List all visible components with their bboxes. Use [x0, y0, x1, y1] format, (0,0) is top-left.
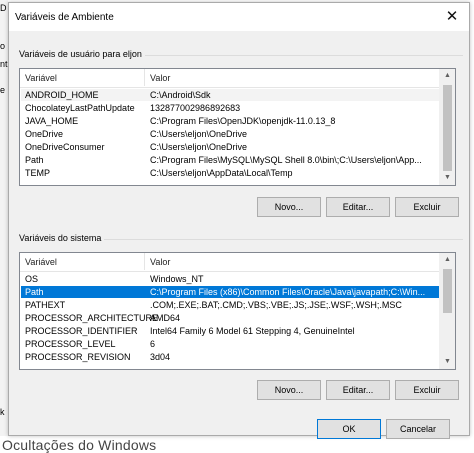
table-row[interactable]: OS Windows_NT: [21, 273, 440, 285]
variable-value: 3d04: [150, 352, 171, 362]
table-row-selected[interactable]: Path C:\Program Files (x86)\Common Files…: [21, 286, 440, 298]
table-row[interactable]: PROCESSOR_IDENTIFIER Intel64 Family 6 Mo…: [21, 325, 440, 337]
scroll-down-icon[interactable]: ▼: [440, 355, 455, 369]
variable-name: OS: [25, 274, 39, 284]
background-fragment: o: [0, 41, 6, 51]
variable-name: PROCESSOR_IDENTIFIER: [25, 326, 138, 336]
column-divider[interactable]: [144, 253, 145, 270]
table-row[interactable]: ANDROID_HOME C:\Android\Sdk: [21, 89, 440, 101]
variable-value: 132877002986892683: [150, 103, 241, 113]
scroll-thumb[interactable]: [443, 269, 452, 313]
background-fragment: nt: [0, 59, 8, 69]
variable-name: OneDrive: [25, 129, 64, 139]
variable-value: 6: [150, 339, 156, 349]
user-variables-label: Variáveis de usuário para eljon: [19, 49, 145, 59]
column-header-value[interactable]: Valor: [150, 73, 170, 83]
variable-value: Windows_NT: [150, 274, 204, 284]
variable-name: ChocolateyLastPathUpdate: [25, 103, 135, 113]
user-delete-button[interactable]: Excluir: [395, 197, 459, 217]
background-fragment: D: [0, 3, 7, 13]
list-header: Variável Valor: [20, 253, 455, 272]
column-header-value[interactable]: Valor: [150, 257, 170, 267]
variable-value: C:\Users\eljon\OneDrive: [150, 129, 248, 139]
system-list-scrollbar[interactable]: ▲ ▼: [439, 253, 455, 369]
table-row[interactable]: OneDrive C:\Users\eljon\OneDrive: [21, 128, 440, 140]
title-bar[interactable]: Variáveis de Ambiente ✕: [9, 3, 469, 31]
table-row[interactable]: PATHEXT .COM;.EXE;.BAT;.CMD;.VBS;.VBE;.J…: [21, 299, 440, 311]
variable-name: PATHEXT: [25, 300, 66, 310]
column-divider[interactable]: [144, 69, 145, 86]
system-variables-list[interactable]: Variável Valor OS Windows_NT Path C:\Pro…: [19, 252, 456, 370]
close-icon[interactable]: ✕: [437, 5, 467, 29]
variable-name: ANDROID_HOME: [25, 90, 99, 100]
system-edit-button[interactable]: Editar...: [326, 380, 390, 400]
scroll-down-icon[interactable]: ▼: [440, 171, 455, 185]
cancel-button[interactable]: Cancelar: [386, 419, 450, 439]
variable-value: C:\Android\Sdk: [150, 90, 211, 100]
user-variables-list[interactable]: Variável Valor ANDROID_HOME C:\Android\S…: [19, 68, 456, 186]
table-row[interactable]: PROCESSOR_LEVEL 6: [21, 338, 440, 350]
variable-value: AMD64: [150, 313, 181, 323]
table-row[interactable]: PROCESSOR_REVISION 3d04: [21, 351, 440, 363]
dialog-title: Variáveis de Ambiente: [15, 12, 114, 23]
system-variables-group: Variáveis do sistema Variável Valor OS W…: [19, 233, 463, 407]
ok-button[interactable]: OK: [317, 419, 381, 439]
background-fragment: k: [0, 407, 5, 417]
system-variables-label: Variáveis do sistema: [19, 233, 105, 243]
variable-value: C:\Users\eljon\AppData\Local\Temp: [150, 168, 293, 178]
environment-variables-dialog: Variáveis de Ambiente ✕ Variáveis de usu…: [8, 2, 470, 439]
user-new-button[interactable]: Novo...: [257, 197, 321, 217]
table-row[interactable]: TEMP C:\Users\eljon\AppData\Local\Temp: [21, 167, 440, 179]
list-header: Variável Valor: [20, 69, 455, 88]
variable-name: PROCESSOR_LEVEL: [25, 339, 116, 349]
scroll-thumb[interactable]: [443, 85, 452, 171]
scroll-up-icon[interactable]: ▲: [440, 69, 455, 83]
system-new-button[interactable]: Novo...: [257, 380, 321, 400]
variable-name: PROCESSOR_ARCHITECTURE: [25, 313, 159, 323]
variable-value: .COM;.EXE;.BAT;.CMD;.VBS;.VBE;.JS;.JSE;.…: [150, 300, 402, 310]
variable-name: JAVA_HOME: [25, 116, 79, 126]
scroll-up-icon[interactable]: ▲: [440, 253, 455, 267]
table-row[interactable]: Path C:\Program Files\MySQL\MySQL Shell …: [21, 154, 440, 166]
variable-name: Path: [25, 287, 44, 297]
background-fragment: e: [0, 85, 6, 95]
variable-name: Path: [25, 155, 44, 165]
variable-name: PROCESSOR_REVISION: [25, 352, 131, 362]
table-row[interactable]: JAVA_HOME C:\Program Files\OpenJDK\openj…: [21, 115, 440, 127]
system-delete-button[interactable]: Excluir: [395, 380, 459, 400]
variable-value: Intel64 Family 6 Model 61 Stepping 4, Ge…: [150, 326, 355, 336]
variable-value: C:\Program Files (x86)\Common Files\Orac…: [150, 287, 426, 297]
column-header-variable[interactable]: Variável: [25, 73, 57, 83]
table-row[interactable]: OneDriveConsumer C:\Users\eljon\OneDrive: [21, 141, 440, 153]
table-row[interactable]: PROCESSOR_ARCHITECTURE AMD64: [21, 312, 440, 324]
table-row[interactable]: ChocolateyLastPathUpdate 132877002986892…: [21, 102, 440, 114]
variable-value: C:\Users\eljon\OneDrive: [150, 142, 248, 152]
user-list-scrollbar[interactable]: ▲ ▼: [439, 69, 455, 185]
variable-name: TEMP: [25, 168, 51, 178]
column-header-variable[interactable]: Variável: [25, 257, 57, 267]
variable-value: C:\Program Files\OpenJDK\openjdk-11.0.13…: [150, 116, 336, 126]
user-variables-group: Variáveis de usuário para eljon Variável…: [19, 49, 463, 223]
variable-value: C:\Program Files\MySQL\MySQL Shell 8.0\b…: [150, 155, 422, 165]
variable-name: OneDriveConsumer: [25, 142, 105, 152]
user-edit-button[interactable]: Editar...: [326, 197, 390, 217]
background-bottom-text: Ocultações do Windows: [2, 437, 157, 453]
